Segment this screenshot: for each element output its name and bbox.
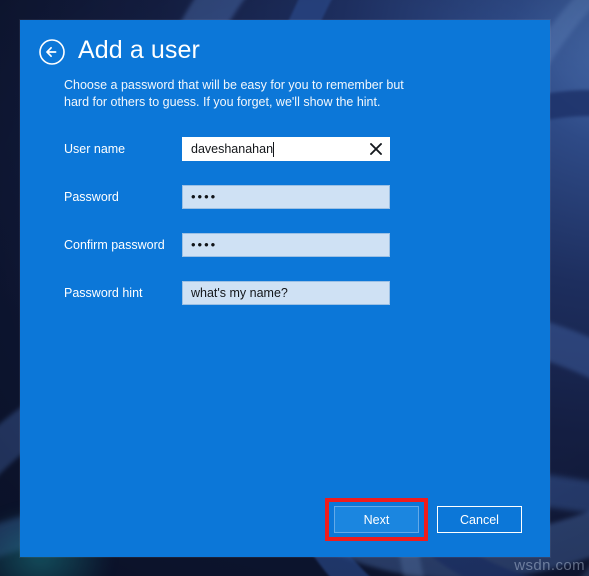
dialog-header: Add a user	[20, 20, 550, 66]
field-row-password-hint: Password hint what's my name?	[64, 281, 550, 305]
cancel-button[interactable]: Cancel	[437, 506, 522, 533]
page-title: Add a user	[78, 36, 200, 64]
password-hint-value: what's my name?	[191, 286, 288, 300]
field-label-password-hint: Password hint	[64, 286, 143, 300]
dialog-footer: Next Cancel	[325, 498, 522, 541]
dialog-subtitle: Choose a password that will be easy for …	[64, 78, 404, 109]
password-value: ••••	[191, 189, 218, 204]
back-arrow-circle-icon[interactable]	[38, 38, 66, 66]
watermark: wsdn.com	[514, 557, 585, 574]
field-row-user-name: User name daveshanahan	[64, 137, 550, 161]
field-label-user-name: User name	[64, 142, 126, 156]
text-caret	[273, 141, 275, 157]
add-user-form: User name daveshanahan Password •••• Con…	[20, 111, 550, 305]
password-hint-input[interactable]: what's my name?	[182, 281, 390, 305]
next-button[interactable]: Next	[334, 506, 419, 533]
field-row-confirm-password: Confirm password ••••	[64, 233, 550, 257]
password-input[interactable]: ••••	[182, 185, 390, 209]
close-x-icon[interactable]	[368, 141, 384, 157]
field-label-password: Password	[64, 190, 119, 204]
confirm-password-value: ••••	[191, 237, 218, 252]
next-button-group: Next	[325, 498, 428, 541]
field-row-password: Password ••••	[64, 185, 550, 209]
add-user-dialog: Add a user Choose a password that will b…	[20, 20, 550, 557]
user-name-value: daveshanahan	[191, 142, 274, 156]
confirm-password-input[interactable]: ••••	[182, 233, 390, 257]
field-label-confirm-password: Confirm password	[64, 238, 165, 252]
user-name-input[interactable]: daveshanahan	[182, 137, 390, 161]
